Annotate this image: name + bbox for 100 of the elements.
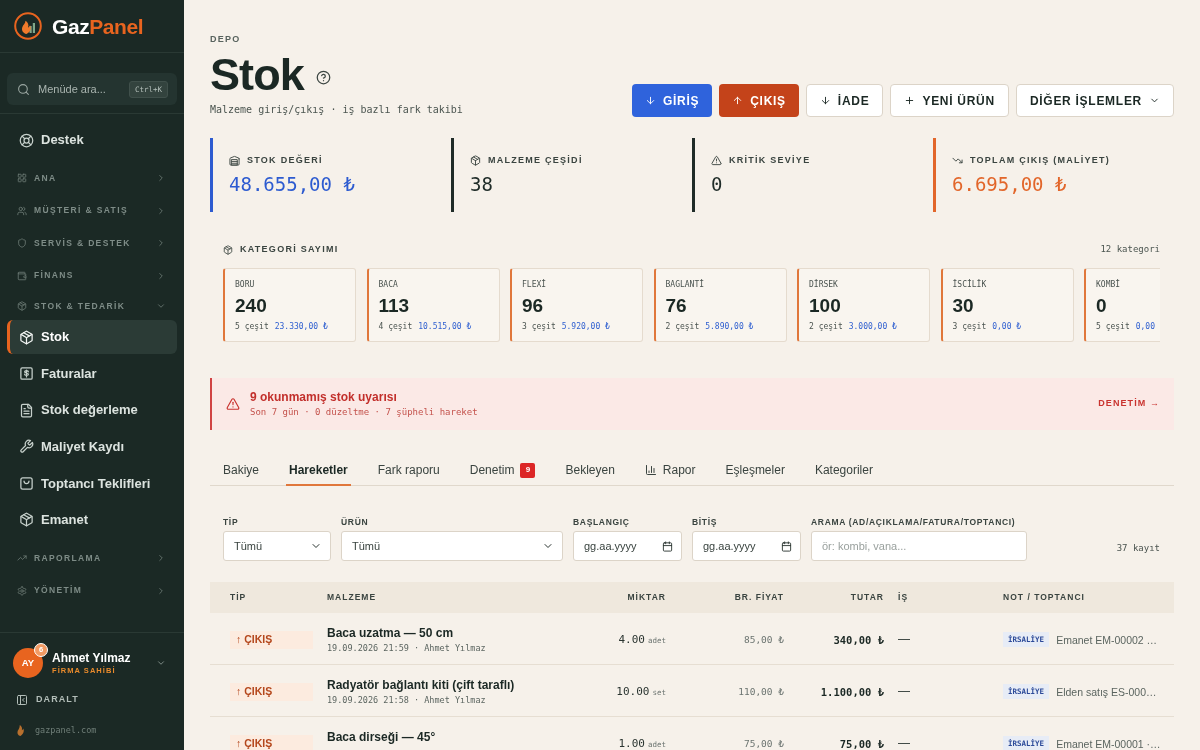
warning-icon [226,397,240,411]
column-header: TUTAR [850,591,884,604]
action-button[interactable]: GİRİŞ [631,84,713,117]
alert-title: 9 okunmamış stok uyarısı [250,390,398,404]
item-name: Baca uzatma — 50 cm [327,626,454,640]
bag-icon [19,475,34,491]
alert-detail: Son 7 gün · 0 düzeltme · 7 şüpheli hareket [250,407,478,418]
column-header: İŞ [898,591,909,604]
category-name: DİRSEK [809,280,838,290]
tab[interactable]: Bekleyen [562,456,618,486]
sidebar-panel-icon [16,694,28,706]
filter-label: ÜRÜN [341,517,369,527]
section-header[interactable]: RAPORLAMA [0,541,184,575]
calendar-icon [781,540,792,552]
tab[interactable]: Fark raporu [374,456,443,486]
column-header: MALZEME [327,591,377,604]
quantity-value: 10.00 [616,685,650,699]
section-header[interactable]: STOK & TEDARİK [0,292,184,320]
stat-value: 6.695,00 ₺ [952,173,1067,195]
select-field[interactable]: Tümü [223,531,331,561]
action-button[interactable]: DİĞER İŞLEMLER [1015,84,1174,117]
column-header: NOT / TOPTANCI [1003,591,1085,604]
entry-meta: 19.09.2026 21:59 · Ahmet Yılmaz [327,643,486,654]
action-button[interactable]: ÇIKIŞ [719,84,799,117]
document-icon [19,402,34,418]
total-amount: 340,00 ₺ [833,633,884,647]
section-header[interactable]: FİNANS [0,259,184,292]
filter-label: BİTİŞ [692,517,718,527]
entry-meta: 19.09.2026 21:58 · Ahmet Yılmaz [327,695,486,706]
variant-count: 3 çeşit [952,322,987,332]
box-icon [17,301,27,311]
section-header[interactable]: YÖNETİM [0,574,184,607]
section-header[interactable]: MÜŞTERİ & SATIŞ [0,194,184,227]
column-header: BR. FİYAT [734,591,784,604]
tab[interactable]: Hareketler [286,456,351,486]
tab[interactable]: Denetim 9 [466,456,539,486]
tab[interactable]: Rapor [641,456,699,486]
job-value: — [898,736,910,750]
sidebar-item[interactable]: Stok [7,320,177,354]
sidebar-item[interactable]: Maliyet Kaydı [7,429,177,464]
box-icon [19,512,34,528]
collapse-button[interactable]: DARALT [13,692,79,708]
select-field[interactable]: Tümü [341,531,563,561]
chevron-down-icon [156,658,166,668]
sidebar-item[interactable]: Destek [7,122,177,158]
variant-count: 5 çeşit [235,322,269,332]
chevron-right-icon [156,205,166,216]
sidebar-item[interactable]: Faturalar [7,356,177,391]
site-link[interactable]: gazpanel.com [13,722,97,738]
stat-label: STOK DEĞERİ [247,155,323,166]
variant-count: 5 çeşit [1096,322,1130,332]
category-amount: 23.330,00 ₺ [274,322,328,332]
variant-count: 2 çeşit [809,322,843,332]
stat-value: 38 [470,173,493,195]
total-amount: 75,00 ₺ [839,737,884,750]
arrow-up-icon [732,95,744,106]
item-name: Baca dirseği — 45° [327,730,436,744]
sidebar-item[interactable]: Toptancı Teklifleri [7,466,177,501]
audit-link[interactable]: DENETİM → [1098,397,1160,411]
variant-count: 3 çeşit [522,322,556,332]
category-total: 0 [1096,295,1107,317]
box-icon [19,329,34,345]
flame-icon [17,724,25,736]
chevron-right-icon [156,270,166,281]
total-amount: 1.100,00 ₺ [820,685,884,699]
date-field[interactable]: gg.aa.yyyy [573,531,682,561]
category-total: 96 [522,295,544,317]
settings-icon [17,585,27,596]
tab[interactable]: Bakiye [220,456,263,486]
column-header: MİKTAR [627,591,666,604]
unit-price: 110,00 ₺ [738,686,784,698]
calendar-icon [662,540,673,552]
unit-price: 75,00 ₺ [743,738,784,750]
category-amount: 0,00 ₺ [992,322,1022,332]
category-total: 76 [665,295,687,317]
action-button[interactable]: İADE [805,84,884,117]
category-total: 30 [952,295,974,317]
plus-icon [904,95,916,106]
tab[interactable]: Eşleşmeler [722,456,788,486]
user-name: Ahmet Yılmaz [52,650,131,665]
quantity-value: 4.00 [618,633,645,647]
chevron-right-icon [156,553,166,564]
chevron-right-icon [156,238,166,249]
sidebar-item[interactable]: Stok değerleme [7,393,177,428]
sidebar-item[interactable]: Emanet [7,502,177,537]
filter-label: BAŞLANGIÇ [573,517,630,527]
item-name: Radyatör bağlantı kiti (çift taraflı) [327,678,515,692]
tab[interactable]: Kategoriler [811,456,876,486]
category-total: 100 [809,295,841,317]
column-header: TİP [230,591,247,604]
section-header[interactable]: ANA [0,162,184,195]
job-value: — [898,632,910,646]
date-field[interactable]: gg.aa.yyyy [692,531,801,561]
wallet-icon [17,270,27,281]
section-header[interactable]: SERVİS & DESTEK [0,227,184,260]
arrow-down-icon [819,95,831,106]
category-count: 12 kategori [1100,243,1160,257]
action-button[interactable]: YENİ ÜRÜN [890,84,1009,117]
stat-label: KRİTİK SEVİYE [729,155,811,166]
count-badge: 9 [520,462,536,478]
